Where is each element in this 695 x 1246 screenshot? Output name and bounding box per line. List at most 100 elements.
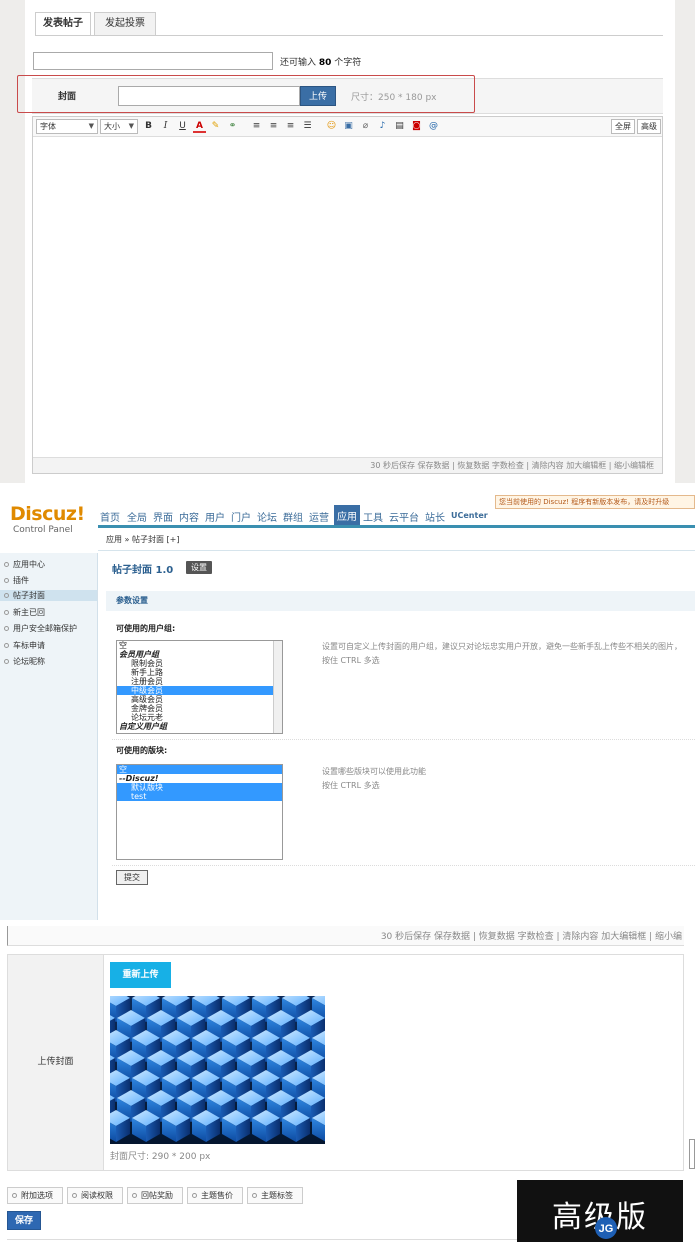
breadcrumb[interactable]: 应用 » 帖子封面 [+] xyxy=(98,529,695,551)
tab-divider xyxy=(35,35,663,36)
title-input[interactable] xyxy=(33,52,273,70)
user-groups-listbox[interactable]: 空 会员用户组 限制会员 新手上路 注册会员 中级会员 高级会员 金牌会员 论坛… xyxy=(116,640,283,734)
nav-interface[interactable]: 界面 xyxy=(153,509,173,524)
flash-icon[interactable]: ◙ xyxy=(410,120,423,133)
nav-global[interactable]: 全局 xyxy=(127,509,147,524)
nav-underline xyxy=(98,525,695,528)
listbox-option[interactable]: 新手上路 xyxy=(117,668,282,677)
align-right-icon[interactable]: ≡ xyxy=(284,120,297,133)
editor-toolbar: 字体 ▼ 大小 ▼ B I U A ✎ ⚭ ≡ ≡ ≡ ☰ ☺ ▣ ⌀ ♪ ▤ ◙ … xyxy=(33,117,662,137)
sidebar-item-email-protect[interactable]: 用户安全邮箱保护 xyxy=(4,623,77,634)
font-family-label: 字体 xyxy=(40,122,56,131)
align-center-icon[interactable]: ≡ xyxy=(267,120,280,133)
update-notice[interactable]: 您当前使用的 Discuz! 程序有新版本发布，请及时升级 xyxy=(495,495,695,509)
nav-tools[interactable]: 工具 xyxy=(363,509,383,524)
cover-upload-table: 上传封面 xyxy=(7,954,684,1171)
editor-footer[interactable]: 30 秒后保存 保存数据 | 恢复数据 字数检查 | 清除内容 加大编辑框 | … xyxy=(7,926,684,946)
discuz-logo: Discuz! xyxy=(10,503,85,525)
listbox-group: 会员用户组 xyxy=(119,650,159,659)
param-section-header: 参数设置 xyxy=(106,591,695,611)
submit-button[interactable]: 提交 xyxy=(116,870,148,885)
jg-logo-icon: JG xyxy=(591,1216,621,1240)
option-label: 附加选项 xyxy=(21,1191,53,1200)
nav-portal[interactable]: 门户 xyxy=(231,509,251,524)
listbox-option[interactable]: 金牌会员 xyxy=(117,704,282,713)
reupload-button[interactable]: 重新上传 xyxy=(110,962,171,988)
nav-home[interactable]: 首页 xyxy=(100,509,120,524)
forums-listbox[interactable]: 空 --Discuz! 默认版块 test xyxy=(116,764,283,860)
sidebar-item-plugins[interactable]: 插件 xyxy=(4,575,29,586)
listbox-option[interactable]: 空 xyxy=(117,641,282,650)
nav-webmaster[interactable]: 站长 xyxy=(425,509,445,524)
title-counter-prefix: 还可输入 xyxy=(280,58,317,68)
plugin-settings-button[interactable]: 设置 xyxy=(186,561,212,574)
editor-footer[interactable]: 30 秒后保存 保存数据 | 恢复数据 字数检查 | 清除内容 加大编辑框 | … xyxy=(33,457,662,473)
bullet-icon xyxy=(12,1193,17,1198)
attachment-icon[interactable]: ⌀ xyxy=(359,120,372,133)
nav-ucenter[interactable]: UCenter xyxy=(451,511,488,520)
bullet-icon xyxy=(192,1193,197,1198)
font-size-select[interactable]: 大小 ▼ xyxy=(100,119,138,134)
upload-button[interactable]: 上传 xyxy=(300,86,336,106)
music-icon[interactable]: ♪ xyxy=(376,120,389,133)
link-icon[interactable]: ⚭ xyxy=(226,120,239,133)
listbox-option[interactable]: 注册会员 xyxy=(117,677,282,686)
sidebar-item-post-cover[interactable]: 帖子封面 xyxy=(0,590,97,601)
highlight-icon[interactable]: ✎ xyxy=(209,120,222,133)
listbox-option-selected[interactable]: 默认版块 xyxy=(117,783,282,792)
list-icon[interactable]: ☰ xyxy=(301,120,314,133)
fullscreen-button[interactable]: 全屏 xyxy=(611,119,635,134)
tab-new-post[interactable]: 发表帖子 xyxy=(35,12,91,36)
save-button[interactable]: 保存 xyxy=(7,1211,41,1230)
sidebar-item-car-badge[interactable]: 车标申请 xyxy=(4,640,45,651)
underline-button[interactable]: U xyxy=(176,120,189,133)
sidebar-item-label: 论坛昵称 xyxy=(13,657,45,666)
nav-cloud[interactable]: 云平台 xyxy=(389,509,419,524)
nav-users[interactable]: 用户 xyxy=(205,509,225,524)
listbox-option-selected[interactable]: 中级会员 xyxy=(117,686,282,695)
smiley-icon[interactable]: ☺ xyxy=(325,120,338,133)
tab-new-poll[interactable]: 发起投票 xyxy=(94,12,156,36)
nav-forum[interactable]: 论坛 xyxy=(257,509,277,524)
cover-label: 封面 xyxy=(58,92,77,102)
bullet-icon xyxy=(132,1193,137,1198)
nav-apps[interactable]: 应用 xyxy=(334,505,360,527)
sidebar-item-nickname[interactable]: 论坛昵称 xyxy=(4,656,45,667)
nav-content[interactable]: 内容 xyxy=(179,509,199,524)
option-read-permission[interactable]: 阅读权限 xyxy=(67,1187,123,1204)
at-mention-icon[interactable]: @ xyxy=(427,120,440,133)
title-counter-suffix: 个字符 xyxy=(334,58,362,68)
nav-operations[interactable]: 运营 xyxy=(309,509,329,524)
cover-file-input[interactable] xyxy=(118,86,300,106)
admin-control-panel: Discuz! Control Panel 您当前使用的 Discuz! 程序有… xyxy=(0,493,695,920)
bold-button[interactable]: B xyxy=(142,120,155,133)
scrollbar-handle[interactable] xyxy=(689,1139,695,1169)
video-icon[interactable]: ▤ xyxy=(393,120,406,133)
font-color-icon[interactable]: A xyxy=(193,120,206,133)
image-icon[interactable]: ▣ xyxy=(342,120,355,133)
sidebar-item-new-replies[interactable]: 新主已回 xyxy=(4,607,45,618)
bullet-icon xyxy=(4,626,9,631)
option-label: 回帖奖励 xyxy=(141,1191,173,1200)
option-extra[interactable]: 附加选项 xyxy=(7,1187,63,1204)
listbox-option[interactable]: 高级会员 xyxy=(117,695,282,704)
align-left-icon[interactable]: ≡ xyxy=(250,120,263,133)
sidebar-item-label: 帖子封面 xyxy=(13,591,45,600)
listbox-scrollbar[interactable] xyxy=(273,641,282,733)
sidebar-item-app-center[interactable]: 应用中心 xyxy=(4,559,45,570)
advanced-mode-button[interactable]: 高级 xyxy=(637,119,661,134)
listbox-option[interactable]: 论坛元老 xyxy=(117,713,282,722)
option-topic-tags[interactable]: 主题标签 xyxy=(247,1187,303,1204)
option-topic-price[interactable]: 主题售价 xyxy=(187,1187,243,1204)
listbox-option[interactable]: 限制会员 xyxy=(117,659,282,668)
sidebar-item-label: 车标申请 xyxy=(13,641,45,650)
listbox-option-selected[interactable]: 空 xyxy=(117,765,282,774)
option-label: 主题标签 xyxy=(261,1191,293,1200)
cover-size-hint: 尺寸：250 * 180 px xyxy=(351,93,437,103)
option-reply-reward[interactable]: 回帖奖励 xyxy=(127,1187,183,1204)
cover-dimensions: 封面尺寸: 290 * 200 px xyxy=(110,1152,211,1162)
nav-groups[interactable]: 群组 xyxy=(283,509,303,524)
font-family-select[interactable]: 字体 ▼ xyxy=(36,119,98,134)
listbox-option-selected[interactable]: test xyxy=(117,792,282,801)
italic-button[interactable]: I xyxy=(159,120,172,133)
